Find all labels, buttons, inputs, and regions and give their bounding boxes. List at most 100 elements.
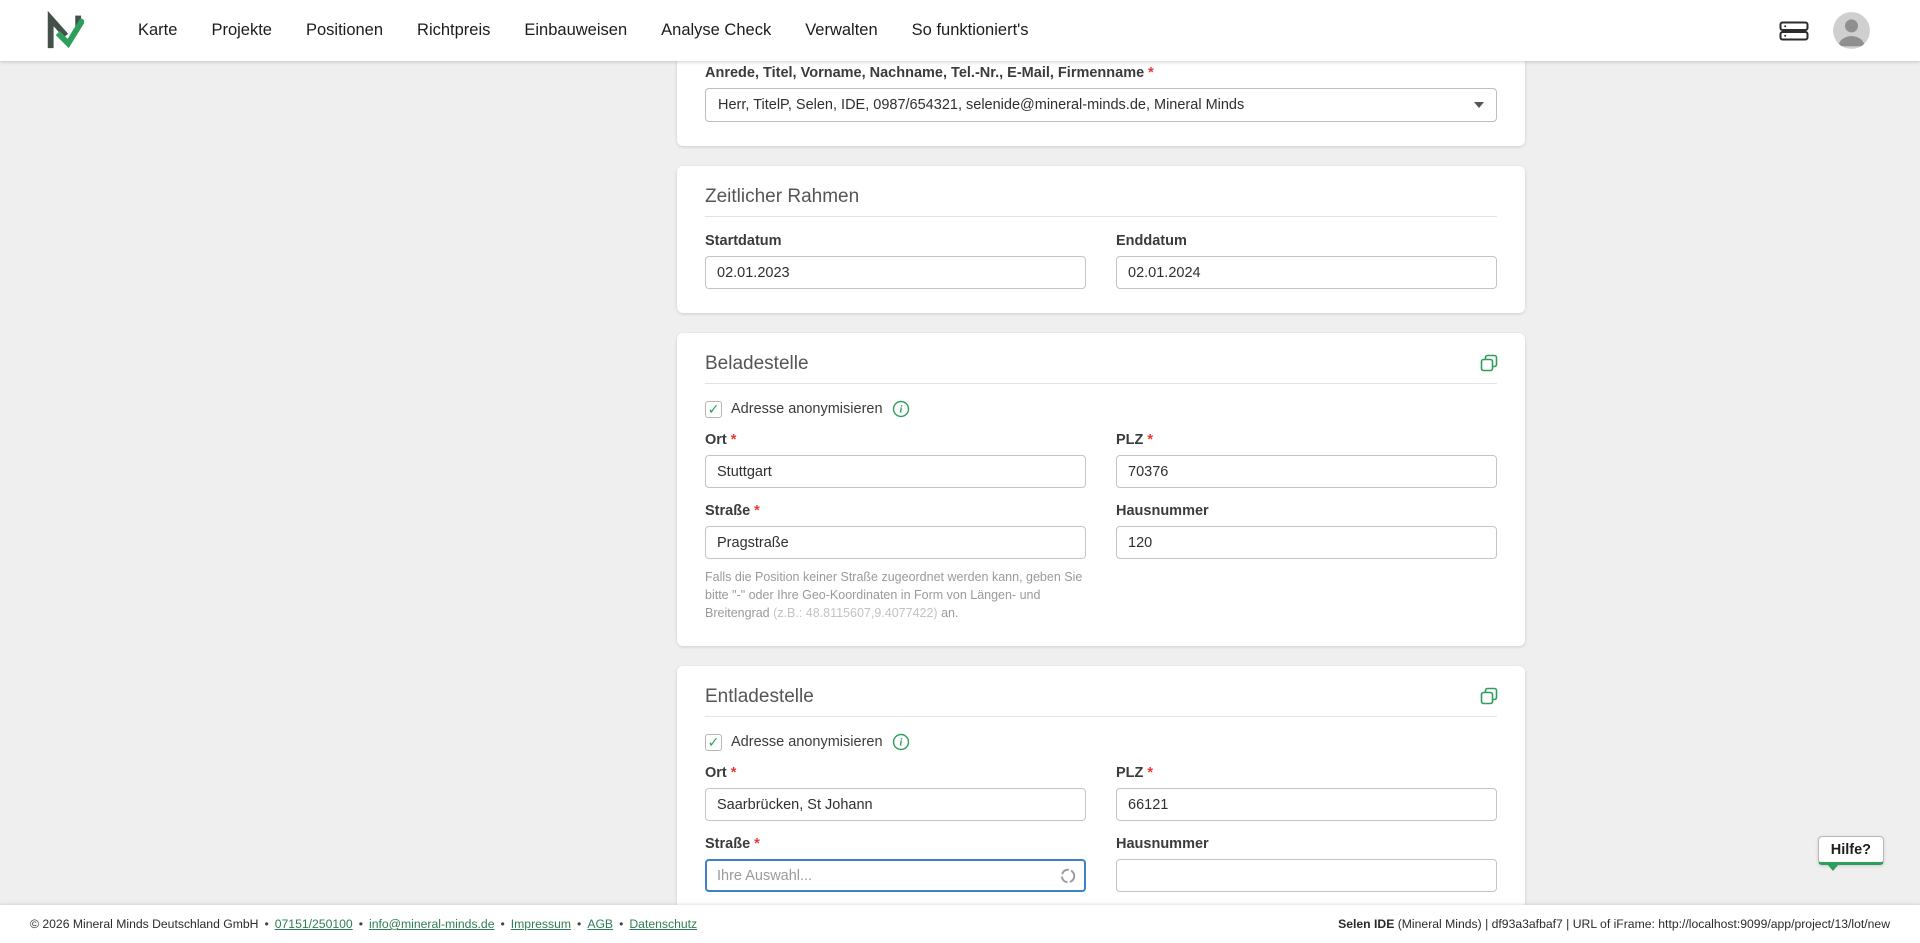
contact-select-value: Herr, TitelP, Selen, IDE, 0987/654321, s… — [718, 97, 1244, 113]
timeframe-title: Zeitlicher Rahmen — [705, 186, 1497, 208]
footer-link-phone[interactable]: 07151/250100 — [275, 917, 353, 931]
separator-dot: • — [359, 917, 363, 931]
ort-input[interactable] — [705, 455, 1086, 488]
startdate-input[interactable] — [705, 256, 1086, 289]
footer-link-datenschutz[interactable]: Datenschutz — [629, 917, 697, 931]
plz-label: PLZ — [1116, 432, 1143, 448]
session-details: (Mineral Minds) | df93a3afbaf7 | URL of … — [1394, 917, 1890, 931]
separator-dot: • — [264, 917, 268, 931]
plz-field: PLZ * — [1116, 765, 1497, 821]
anonymize-checkbox[interactable] — [705, 734, 722, 751]
chevron-down-icon — [1474, 102, 1484, 108]
strasse-label: Straße — [705, 503, 750, 519]
hausnummer-field: Hausnummer — [1116, 503, 1497, 622]
user-avatar[interactable] — [1833, 12, 1870, 49]
separator-dot: • — [500, 917, 504, 931]
required-asterisk: * — [1148, 65, 1154, 81]
info-icon[interactable]: i — [892, 400, 910, 418]
footer-link-agb[interactable]: AGB — [587, 917, 613, 931]
nav-item-einbauweisen[interactable]: Einbauweisen — [524, 21, 627, 40]
helper-suffix: an. — [938, 606, 959, 620]
svg-text:i: i — [899, 405, 902, 416]
plz-label: PLZ — [1116, 765, 1143, 781]
hausnummer-label: Hausnummer — [1116, 836, 1209, 852]
anonymize-label: Adresse anonymisieren — [731, 734, 883, 750]
contact-label: Anrede, Titel, Vorname, Nachname, Tel.-N… — [705, 65, 1497, 81]
unloading-point-title: Entladestelle — [705, 686, 1497, 708]
hausnummer-label: Hausnummer — [1116, 503, 1209, 519]
copy-icon[interactable] — [1479, 686, 1499, 706]
anonymize-row: Adresse anonymisieren i — [705, 733, 1497, 751]
session-info: Selen IDE (Mineral Minds) | df93a3afbaf7… — [1338, 917, 1890, 931]
nav-item-positionen[interactable]: Positionen — [306, 21, 383, 40]
separator-dot: • — [577, 917, 581, 931]
required-asterisk: * — [754, 503, 760, 519]
anonymize-label: Adresse anonymisieren — [731, 401, 883, 417]
nav-item-analyse-check[interactable]: Analyse Check — [661, 21, 771, 40]
session-user: Selen IDE — [1338, 917, 1394, 931]
divider — [705, 716, 1497, 717]
footer: © 2026 Mineral Minds Deutschland GmbH • … — [0, 905, 1920, 943]
strasse-helper-text: Falls die Position keiner Straße zugeord… — [705, 568, 1086, 622]
divider — [705, 383, 1497, 384]
loading-point-title: Beladestelle — [705, 353, 1497, 375]
required-asterisk: * — [731, 765, 737, 781]
nav-item-richtpreis[interactable]: Richtpreis — [417, 21, 490, 40]
timeframe-card: Zeitlicher Rahmen Startdatum Enddatum — [677, 166, 1525, 313]
hausnummer-field: Hausnummer — [1116, 836, 1497, 892]
main-nav: Karte Projekte Positionen Richtpreis Ein… — [138, 21, 1029, 40]
anonymize-row: Adresse anonymisieren i — [705, 400, 1497, 418]
navbar-right — [1779, 12, 1920, 49]
separator-dot: • — [619, 917, 623, 931]
required-asterisk: * — [754, 836, 760, 852]
contact-select[interactable]: Herr, TitelP, Selen, IDE, 0987/654321, s… — [705, 88, 1497, 122]
divider — [705, 216, 1497, 217]
loading-point-card: Beladestelle Adresse anonymisieren i Ort — [677, 333, 1525, 646]
plz-input[interactable] — [1116, 788, 1497, 821]
brand-logo-icon — [44, 11, 84, 51]
top-navbar: Karte Projekte Positionen Richtpreis Ein… — [0, 0, 1920, 61]
hausnummer-input[interactable] — [1116, 526, 1497, 559]
device-server-icon[interactable] — [1779, 19, 1809, 43]
footer-link-email[interactable]: info@mineral-minds.de — [369, 917, 495, 931]
enddate-input[interactable] — [1116, 256, 1497, 289]
brand-logo[interactable] — [44, 11, 84, 51]
required-asterisk: * — [1147, 765, 1153, 781]
helper-example: (z.B.: 48.8115607,9.4077422) — [773, 606, 937, 620]
nav-item-verwalten[interactable]: Verwalten — [805, 21, 877, 40]
footer-link-impressum[interactable]: Impressum — [511, 917, 571, 931]
svg-text:i: i — [899, 738, 902, 749]
required-asterisk: * — [731, 432, 737, 448]
nav-item-so-funktionierts[interactable]: So funktioniert's — [912, 21, 1029, 40]
ort-field: Ort * — [705, 432, 1086, 488]
ort-input[interactable] — [705, 788, 1086, 821]
hausnummer-input[interactable] — [1116, 859, 1497, 892]
plz-field: PLZ * — [1116, 432, 1497, 488]
contact-field: Anrede, Titel, Vorname, Nachname, Tel.-N… — [705, 65, 1497, 122]
ort-label: Ort — [705, 432, 727, 448]
startdate-field: Startdatum — [705, 233, 1086, 289]
info-icon[interactable]: i — [892, 733, 910, 751]
form-column: Anrede, Titel, Vorname, Nachname, Tel.-N… — [677, 61, 1525, 936]
help-button[interactable]: Hilfe? — [1818, 836, 1884, 865]
anonymize-checkbox[interactable] — [705, 401, 722, 418]
strasse-field: Straße * — [705, 836, 1086, 892]
strasse-field: Straße * Falls die Position keiner Straß… — [705, 503, 1086, 622]
enddate-field: Enddatum — [1116, 233, 1497, 289]
footer-info: © 2026 Mineral Minds Deutschland GmbH • … — [30, 917, 697, 931]
strasse-label: Straße — [705, 836, 750, 852]
unloading-point-card: Entladestelle Adresse anonymisieren i Or… — [677, 666, 1525, 916]
copyright-text: © 2026 Mineral Minds Deutschland GmbH — [30, 917, 258, 931]
ort-label: Ort — [705, 765, 727, 781]
strasse-input[interactable] — [705, 526, 1086, 559]
contact-label-text: Anrede, Titel, Vorname, Nachname, Tel.-N… — [705, 65, 1144, 81]
nav-item-projekte[interactable]: Projekte — [211, 21, 272, 40]
ort-field: Ort * — [705, 765, 1086, 821]
nav-item-karte[interactable]: Karte — [138, 21, 177, 40]
copy-icon[interactable] — [1479, 353, 1499, 373]
startdate-label: Startdatum — [705, 233, 782, 249]
loading-spinner-icon — [1060, 868, 1076, 884]
strasse-input[interactable] — [705, 859, 1086, 892]
enddate-label: Enddatum — [1116, 233, 1187, 249]
plz-input[interactable] — [1116, 455, 1497, 488]
